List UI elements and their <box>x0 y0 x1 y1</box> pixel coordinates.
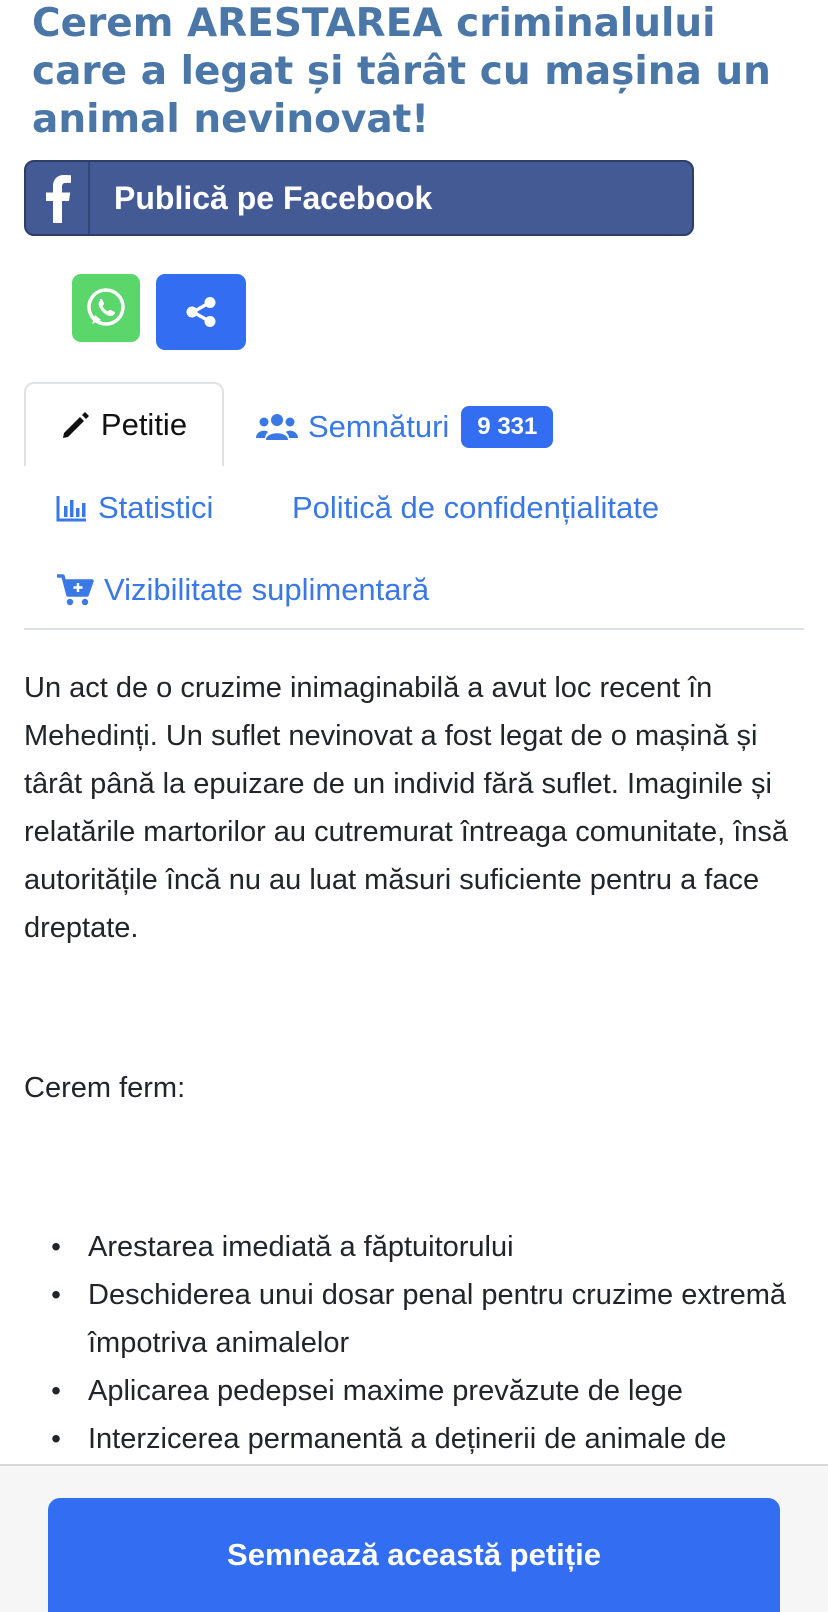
whatsapp-icon <box>87 288 125 326</box>
facebook-share-button[interactable]: Publică pe Facebook <box>24 160 694 236</box>
petition-title: Cerem ARESTAREA criminalului care a lega… <box>32 1 771 142</box>
tab-statistics[interactable]: Statistici <box>56 490 213 526</box>
demands-heading: Cerem ferm: <box>24 1072 186 1104</box>
list-item: • Deschiderea unui dosar penal pentru cr… <box>24 1271 824 1367</box>
sign-petition-button[interactable]: Semnează această petiție <box>48 1498 780 1612</box>
tabs-divider <box>24 628 804 630</box>
whatsapp-share-button[interactable] <box>72 274 140 342</box>
list-item: • Arestarea imediată a făptuitorului <box>24 1223 824 1271</box>
share-button[interactable] <box>156 274 246 350</box>
bullet-icon: • <box>51 1279 61 1310</box>
tab-visibility-label: Vizibilitate suplimentară <box>104 572 430 607</box>
demand-text: Deschiderea unui dosar penal pentru cruz… <box>88 1279 786 1359</box>
tab-petition-label: Petitie <box>100 407 188 442</box>
facebook-share-label: Publică pe Facebook <box>114 179 433 216</box>
tab-signatures-label: Semnături <box>308 409 450 444</box>
tab-privacy-label: Politică de confidențialitate <box>292 490 660 525</box>
pencil-icon <box>62 412 89 438</box>
share-icon <box>186 297 216 327</box>
chart-bar-icon <box>56 496 86 522</box>
bullet-icon: • <box>51 1231 61 1262</box>
bullet-icon: • <box>51 1423 61 1454</box>
demands-list: • Arestarea imediată a făptuitorului • D… <box>24 1223 824 1463</box>
tab-privacy-policy[interactable]: Politică de confidențialitate <box>292 490 659 526</box>
tab-extra-visibility[interactable]: Vizibilitate suplimentară <box>56 572 429 608</box>
signature-count-badge: 9 331 <box>461 406 554 448</box>
bullet-icon: • <box>51 1375 61 1406</box>
petition-intro-text: Un act de o cruzime inimaginabilă a avut… <box>24 672 789 944</box>
tab-petition[interactable]: Petitie <box>24 382 224 466</box>
users-icon <box>256 414 298 440</box>
demand-text: Aplicarea pedepsei maxime prevăzute de l… <box>88 1375 683 1407</box>
facebook-icon <box>26 162 90 234</box>
list-item: • Aplicarea pedepsei maxime prevăzute de… <box>24 1367 824 1415</box>
demand-text: Arestarea imediată a făptuitorului <box>88 1231 514 1263</box>
demand-text: Interzicerea permanentă a deținerii de a… <box>88 1423 727 1455</box>
tab-statistics-label: Statistici <box>98 490 214 525</box>
list-item: • Interzicerea permanentă a deținerii de… <box>24 1415 824 1463</box>
tab-signatures[interactable]: Semnături 9 331 <box>256 406 554 448</box>
cart-plus-icon <box>57 574 94 606</box>
